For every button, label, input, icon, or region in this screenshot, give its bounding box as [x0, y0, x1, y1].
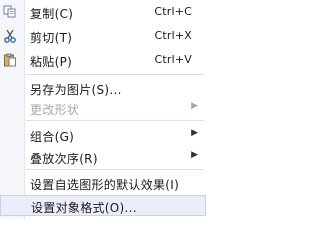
- menu-item-label: 粘贴(P): [30, 55, 73, 69]
- menu-separator: [26, 74, 204, 75]
- menu-item-label: 更改形状: [30, 103, 80, 117]
- menu-item-group[interactable]: 组合(G) ▶: [0, 125, 206, 145]
- shortcut-label: Ctrl+C: [154, 5, 192, 18]
- context-menu: 复制(C) Ctrl+C 剪切(T) Ctrl+X 粘贴(P) Ctrl+V 另: [0, 0, 206, 219]
- menu-item-label: 设置对象格式(O)...: [31, 201, 137, 215]
- menu-item-label: 另存为图片(S)...: [30, 83, 122, 97]
- menu-separator: [26, 120, 204, 121]
- menu-separator: [26, 169, 204, 170]
- menu-item-label: 复制(C): [30, 7, 74, 21]
- menu-item-format-object[interactable]: 设置对象格式(O)...: [0, 195, 206, 216]
- menu-item-label: 设置自选图形的默认效果(I): [30, 178, 180, 192]
- copy-icon: [2, 4, 18, 20]
- menu-item-copy[interactable]: 复制(C) Ctrl+C: [0, 2, 206, 22]
- menu-item-set-default-effect[interactable]: 设置自选图形的默认效果(I): [0, 173, 206, 193]
- menu-item-label: 组合(G): [30, 130, 75, 144]
- shortcut-label: Ctrl+V: [154, 53, 192, 66]
- menu-item-order[interactable]: 叠放次序(R) ▶: [0, 147, 206, 167]
- scissors-icon: [2, 28, 18, 44]
- menu-item-change-shape: 更改形状 ▶: [0, 98, 206, 118]
- shortcut-label: Ctrl+X: [154, 29, 192, 42]
- menu-item-label: 剪切(T): [30, 31, 73, 45]
- menu-item-save-as-picture[interactable]: 另存为图片(S)...: [0, 78, 206, 98]
- menu-item-paste[interactable]: 粘贴(P) Ctrl+V: [0, 50, 206, 70]
- menu-item-cut[interactable]: 剪切(T) Ctrl+X: [0, 26, 206, 46]
- submenu-arrow-icon: ▶: [191, 128, 198, 138]
- clipboard-icon: [2, 52, 18, 68]
- submenu-arrow-icon: ▶: [191, 101, 198, 111]
- menu-item-label: 叠放次序(R): [30, 152, 98, 166]
- submenu-arrow-icon: ▶: [191, 150, 198, 160]
